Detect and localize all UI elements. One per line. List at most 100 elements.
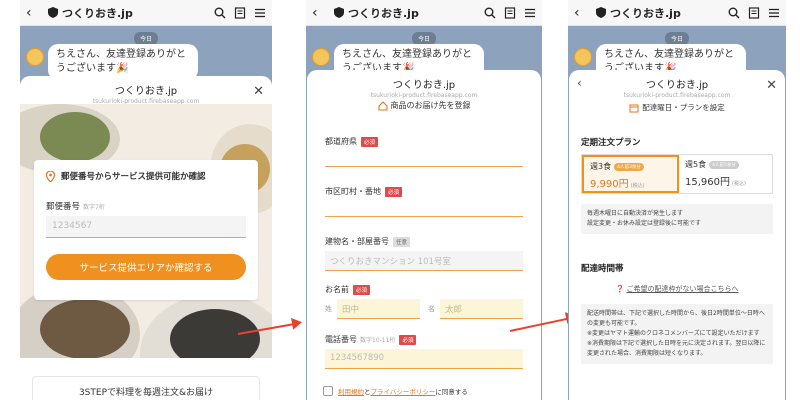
- plan-option-3[interactable]: 週3食 4人前3食分 9,990円 (税込): [582, 155, 679, 193]
- plan-note: 毎週木曜日に自動決済が発生します 設定変更・お休み設定は登録後に可能です: [581, 204, 773, 234]
- tax-label: (税込): [630, 183, 645, 189]
- liff-sheet: つくりおき.jp tsukurioki-product.firebaseapp.…: [307, 70, 541, 400]
- search-icon[interactable]: [214, 7, 226, 19]
- location-pin-icon: [46, 170, 55, 182]
- food-greens-image: [40, 112, 110, 162]
- terms-link[interactable]: 利用規約: [338, 386, 364, 396]
- avatar[interactable]: [26, 48, 44, 66]
- agree-suffix: に同意する: [435, 388, 468, 396]
- postal-code-input[interactable]: 1234567: [46, 216, 246, 238]
- chat-title: つくりおき.jp: [62, 6, 133, 20]
- shield-icon: [48, 7, 58, 18]
- chat-title: つくりおき.jp: [610, 6, 681, 20]
- schedule-heading: 配達曜日・プランを設定: [569, 102, 785, 113]
- phone-screen-3: ‹ つくりおき.jp 今日 ちえさん、友達登録ありがとうございます🎉 ‹ つくり…: [568, 0, 786, 400]
- phone-input[interactable]: 1234567890: [325, 349, 523, 369]
- city-field: 市区町村・番地 必須: [325, 186, 523, 217]
- sheet-header: ‹ つくりおき.jp tsukurioki-product.firebaseap…: [569, 70, 785, 99]
- avatar[interactable]: [312, 48, 330, 66]
- last-name-input[interactable]: 田中: [337, 299, 420, 319]
- postal-check-card: 郵便番号からサービス提供可能か確認 郵便番号 数字7桁 1234567 サービス提…: [34, 160, 258, 300]
- prefecture-label-row: 都道府県 必須: [325, 136, 523, 147]
- phone-label: 電話番号: [325, 335, 357, 344]
- home-icon: [377, 100, 388, 111]
- building-input[interactable]: つくりおきマンション 101号室: [325, 251, 523, 271]
- name-label: お名前: [325, 285, 349, 294]
- calendar-icon: [629, 104, 639, 112]
- card-title: 郵便番号からサービス提供可能か確認: [61, 172, 206, 182]
- food-hero-image: 郵便番号からサービス提供可能か確認 郵便番号 数字7桁 1234567 サービス提…: [20, 104, 272, 358]
- name-label-row: お名前 必須: [325, 284, 523, 295]
- plan-section-title: 定期注文プラン: [581, 138, 641, 148]
- terms-agree-row: 利用規約 と プライバシーポリシー に同意する: [323, 386, 468, 396]
- name-input-row: 姓 田中 名 太郎: [325, 299, 523, 319]
- card-title-row: 郵便番号からサービス提供可能か確認: [46, 170, 246, 182]
- line-nav-bar: ‹ つくりおき.jp: [568, 0, 786, 26]
- notes-icon[interactable]: [504, 6, 516, 19]
- time-section-title: 配達時間帯: [581, 264, 624, 274]
- wish-link[interactable]: ご希望の配達枠がない場合こちらへ: [626, 285, 738, 293]
- last-name-label: 姓: [325, 305, 332, 313]
- first-name-label: 名: [428, 305, 435, 313]
- back-icon[interactable]: ‹: [574, 5, 590, 21]
- chevron-left-icon[interactable]: ‹: [577, 76, 582, 90]
- sheet-title: つくりおき.jp: [392, 80, 456, 91]
- plan-option-5[interactable]: 週5食 4人前5食分 15,960円 (税込): [679, 155, 772, 193]
- postal-hint: 数字7桁: [83, 204, 105, 211]
- required-badge: 必須: [399, 334, 417, 345]
- agree-checkbox[interactable]: [323, 386, 333, 396]
- line-nav-bar: ‹ つくりおき.jp: [20, 0, 272, 26]
- time-note: 配送時間帯は、下記で選択した時間から、後日2時間単位〜日時への変更も可能です。 …: [581, 304, 773, 364]
- plan-tag: 4人前5食分: [709, 160, 739, 169]
- sheet-url: tsukurioki-product.firebaseapp.com: [623, 92, 731, 99]
- notes-icon[interactable]: [234, 6, 246, 19]
- plan-selector: 週3食 4人前3食分 9,990円 (税込) 週5食 4人前5食分 15,960円 (税…: [581, 154, 773, 194]
- city-input[interactable]: [325, 201, 523, 217]
- arrow-head-icon: [291, 316, 303, 330]
- postal-label: 郵便番号: [46, 202, 81, 212]
- phone-field: 電話番号 数字10-11桁 必須 1234567890: [325, 334, 523, 369]
- close-icon[interactable]: ✕: [253, 84, 264, 99]
- privacy-link[interactable]: プライバシーポリシー: [371, 386, 436, 396]
- building-label: 建物名・部屋番号: [325, 237, 389, 246]
- tax-label: (税込): [732, 181, 746, 187]
- plan-name-row: 週3食 4人前3食分: [590, 161, 671, 172]
- first-name-input[interactable]: 太郎: [440, 299, 523, 319]
- menu-icon[interactable]: [254, 7, 266, 19]
- city-label-row: 市区町村・番地 必須: [325, 186, 523, 197]
- menu-icon[interactable]: [524, 7, 536, 19]
- building-label-row: 建物名・部屋番号 任意: [325, 236, 523, 247]
- phone-screen-1: ‹ つくりおき.jp 今日 ちえさん、友達登録ありがとうございます🎉 つくりおき…: [20, 0, 272, 400]
- city-label: 市区町村・番地: [325, 187, 381, 196]
- required-badge: 必須: [385, 186, 403, 197]
- stage: ‹ つくりおき.jp 今日 ちえさん、友達登録ありがとうございます🎉 つくりおき…: [0, 0, 800, 400]
- sheet-header: つくりおき.jp tsukurioki-product.firebaseapp.…: [20, 76, 272, 105]
- prefecture-input[interactable]: [325, 151, 523, 167]
- name-field: お名前 必須 姓 田中 名 太郎: [325, 284, 523, 319]
- form-heading-text: 商品のお届け先を登録: [390, 101, 471, 110]
- plan-name: 週5食: [685, 160, 707, 169]
- sheet-url: tsukurioki-product.firebaseapp.com: [370, 92, 478, 99]
- shield-icon: [596, 7, 606, 18]
- back-icon[interactable]: ‹: [26, 5, 42, 21]
- liff-sheet: つくりおき.jp tsukurioki-product.firebaseapp.…: [20, 76, 272, 400]
- search-icon[interactable]: [728, 7, 740, 19]
- phone-screen-2: ‹ つくりおき.jp 今日 ちえさん、友達登録ありがとうございます🎉 つくりおき…: [306, 0, 542, 400]
- phone-hint: 数字10-11桁: [360, 337, 396, 344]
- close-icon[interactable]: ✕: [766, 78, 777, 93]
- plan-price-row: 15,960円 (税込): [685, 173, 766, 188]
- line-nav-bar: ‹ つくりおき.jp: [306, 0, 542, 26]
- shield-icon: [334, 7, 344, 18]
- back-icon[interactable]: ‹: [312, 5, 328, 21]
- plan-name: 週3食: [590, 162, 612, 171]
- menu-icon[interactable]: [768, 7, 780, 19]
- prefecture-field: 都道府県 必須: [325, 136, 523, 167]
- required-badge: 必須: [353, 284, 371, 295]
- prefecture-label: 都道府県: [325, 137, 357, 146]
- notes-icon[interactable]: [748, 6, 760, 19]
- avatar[interactable]: [574, 48, 592, 66]
- required-badge: 必須: [361, 136, 379, 147]
- check-area-button[interactable]: サービス提供エリアか確認する: [46, 254, 246, 280]
- search-icon[interactable]: [484, 7, 496, 19]
- food-dish-image: [40, 299, 130, 358]
